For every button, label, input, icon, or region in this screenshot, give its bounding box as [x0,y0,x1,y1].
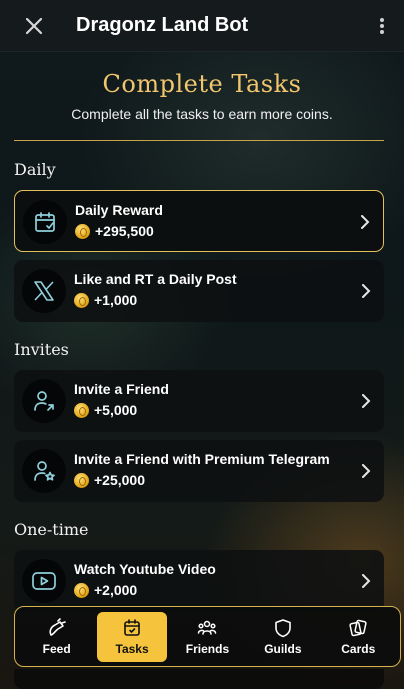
bottom-nav: Feed Tasks Friends Guilds Cards [14,606,401,667]
section-heading-invites: Invites [14,340,69,359]
more-vertical-icon [380,18,384,34]
tasks-page: Complete Tasks Complete all the tasks to… [0,52,404,689]
title-divider [14,140,384,141]
task-icon-wrapper [22,379,66,423]
coin-icon [74,472,89,488]
task-reward-amount: +5,000 [94,402,138,418]
close-icon [25,17,43,34]
task-title: Watch Youtube Video [74,561,216,577]
chevron-right-icon [358,572,374,590]
task-reward-amount: +1,000 [94,292,138,308]
tasks-icon [124,618,140,636]
chevron-right-icon [358,282,374,300]
task-title: Invite a Friend [74,381,169,397]
next-task-card-partial [14,669,384,689]
task-reward-amount: +25,000 [94,472,145,488]
section-heading-one-time: One-time [14,520,89,539]
shield-icon [275,618,291,637]
page-subtitle: Complete all the tasks to earn more coin… [71,106,333,122]
section-heading-daily: Daily [14,160,56,179]
page-title: Complete Tasks [102,70,302,98]
task-icon-wrapper [23,200,67,244]
task-reward: +25,000 [74,472,145,488]
nav-label: Cards [341,641,376,656]
task-title: Like and RT a Daily Post [74,271,237,287]
coin-icon [74,292,89,308]
friends-icon [198,620,217,635]
nav-label: Feed [42,641,71,656]
more-options-button[interactable] [372,10,392,42]
task-daily-reward[interactable]: Daily Reward +295,500 [14,190,384,252]
task-title: Daily Reward [75,202,163,218]
task-reward: +5,000 [74,402,137,418]
nav-label: Guilds [264,641,302,656]
x-logo-icon [34,281,54,301]
app-root: Dragonz Land Bot Complete Tasks Complete… [0,0,404,689]
feed-icon [49,617,66,636]
task-reward-amount: +2,000 [94,582,138,598]
chevron-right-icon [358,392,374,410]
task-invite-premium-friend[interactable]: Invite a Friend with Premium Telegram +2… [14,440,384,502]
close-button[interactable] [18,10,50,42]
nav-item-tasks[interactable]: Tasks [97,611,168,662]
chevron-right-icon [358,462,374,480]
task-reward: +2,000 [74,582,137,598]
nav-item-guilds[interactable]: Guilds [248,612,318,662]
task-like-rt-daily-post[interactable]: Like and RT a Daily Post +1,000 [14,260,384,322]
nav-item-friends[interactable]: Friends [172,612,242,662]
coin-icon [75,223,90,239]
task-title: Invite a Friend with Premium Telegram [74,451,330,467]
task-invite-friend[interactable]: Invite a Friend +5,000 [14,370,384,432]
task-watch-youtube-video[interactable]: Watch Youtube Video +2,000 [14,550,384,612]
top-bar: Dragonz Land Bot [0,0,404,52]
play-icon [32,572,56,590]
app-title: Dragonz Land Bot [76,14,249,36]
task-icon-wrapper [22,269,66,313]
calendar-check-icon [35,212,55,232]
nav-item-feed[interactable]: Feed [22,612,92,662]
coin-icon [74,582,89,598]
nav-item-cards[interactable]: Cards [323,612,393,662]
cards-icon [349,619,367,636]
task-icon-wrapper [22,559,66,603]
task-icon-wrapper [22,449,66,493]
user-arrow-icon [34,391,54,411]
nav-label: Tasks [115,641,149,656]
task-reward: +295,500 [75,223,154,239]
nav-label: Friends [185,641,230,656]
chevron-right-icon [357,213,373,231]
coin-icon [74,402,89,418]
user-star-icon [34,461,55,481]
task-reward: +1,000 [74,292,137,308]
task-reward-amount: +295,500 [95,223,154,239]
